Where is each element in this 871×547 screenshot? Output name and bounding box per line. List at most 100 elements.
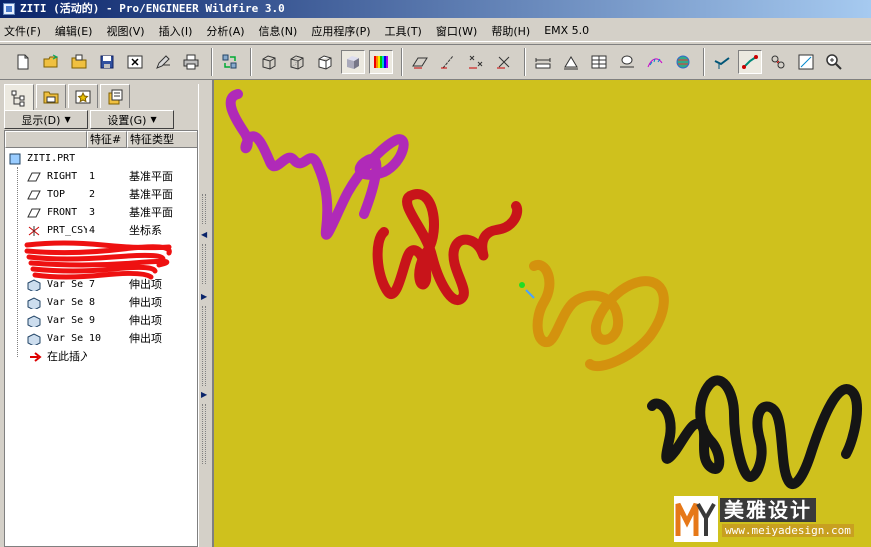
menu-emx[interactable]: EMX 5.0 <box>544 24 589 37</box>
menu-tools[interactable]: 工具(T) <box>385 23 422 39</box>
tree-row[interactable]: Var Se 8 伸出项 <box>5 294 197 312</box>
mass-icon[interactable] <box>615 50 639 74</box>
menu-help[interactable]: 帮助(H) <box>491 23 530 39</box>
menu-view[interactable]: 视图(V) <box>106 23 144 39</box>
folder-browser-icon <box>43 91 59 103</box>
toolbar-group-regen <box>212 48 247 76</box>
regenerate-icon[interactable] <box>218 50 242 74</box>
wireframe-icon[interactable] <box>257 50 281 74</box>
toolbar-group-datum <box>402 48 521 76</box>
table-icon[interactable] <box>587 50 611 74</box>
root-name: ZITI.PRT <box>27 153 76 164</box>
tree-row[interactable]: PRT_CSYS 4 坐标系 <box>5 222 197 240</box>
navigator-tabs <box>4 84 202 110</box>
orient-icon[interactable] <box>710 50 734 74</box>
coordinate-system-icon <box>27 225 41 237</box>
menu-window[interactable]: 窗口(W) <box>436 23 477 39</box>
tab-favorites[interactable] <box>68 84 98 108</box>
coordinate-system-icon[interactable] <box>492 50 516 74</box>
hidden-line-icon[interactable] <box>285 50 309 74</box>
tree-row[interactable]: FRONT 3 基准平面 <box>5 204 197 222</box>
tree-root[interactable]: ZITI.PRT <box>5 150 197 168</box>
dropdown-arrow-icon: ▼ <box>64 115 71 124</box>
splitter-grip <box>202 306 206 386</box>
sweep-red <box>372 189 523 305</box>
splitter-grip <box>202 244 206 284</box>
select-icon[interactable] <box>738 50 762 74</box>
menu-info[interactable]: 信息(N) <box>259 23 298 39</box>
select-filter-icon[interactable] <box>766 50 790 74</box>
column-header-name[interactable] <box>5 131 87 148</box>
column-header-feature-type[interactable]: 特征类型 <box>127 131 197 148</box>
menu-applications[interactable]: 应用程序(P) <box>311 23 370 39</box>
show-dropdown[interactable]: 显示(D) ▼ <box>4 110 88 129</box>
tab-folder-browser[interactable] <box>36 84 66 108</box>
signature-model <box>225 89 862 490</box>
graphics-window[interactable] <box>212 80 871 547</box>
close-window-icon[interactable] <box>123 50 147 74</box>
tree-row[interactable]: Var Se 7 伸出项 <box>5 276 197 294</box>
title-bar[interactable]: ZITI (活动的) - Pro/ENGINEER Wildfire 3.0 <box>0 0 871 18</box>
datum-axis-icon[interactable] <box>436 50 460 74</box>
csys-marker <box>519 282 535 299</box>
view-icon[interactable] <box>794 50 818 74</box>
shading-icon[interactable] <box>341 50 365 74</box>
connections-icon <box>108 89 123 104</box>
print-icon[interactable] <box>179 50 203 74</box>
toolbar <box>0 44 871 80</box>
dropdown-arrow-icon: ▼ <box>150 115 157 124</box>
toolbar-group-file <box>6 48 208 76</box>
area-icon[interactable] <box>559 50 583 74</box>
redaction-scribble <box>24 240 172 280</box>
panel-toolbar: 显示(D) ▼ 设置(G) ▼ <box>4 110 200 130</box>
window-title: ZITI (活动的) - Pro/ENGINEER Wildfire 3.0 <box>20 2 285 15</box>
insert-here-marker[interactable]: 在此插入 <box>5 348 197 366</box>
datum-plane-icon <box>27 189 41 201</box>
curvature-icon[interactable] <box>643 50 667 74</box>
open-icon[interactable] <box>39 50 63 74</box>
expand-right-icon[interactable]: ▶ <box>201 292 207 301</box>
tab-model-tree[interactable] <box>4 84 34 110</box>
toolbar-group-view <box>704 48 851 76</box>
datum-plane-icon <box>27 171 41 183</box>
app-icon <box>3 3 15 15</box>
tree-row[interactable]: RIGHT 1 基准平面 <box>5 168 197 186</box>
sweep-gold <box>529 260 669 371</box>
sweep-feature-icon <box>27 297 41 311</box>
splitter-grip <box>202 194 206 224</box>
column-header-feature-num[interactable]: 特征# <box>87 131 127 148</box>
edit-icon[interactable] <box>151 50 175 74</box>
open-folder-icon[interactable] <box>67 50 91 74</box>
toolbar-group-display <box>251 48 398 76</box>
tab-connections[interactable] <box>100 84 130 108</box>
zoom-icon[interactable] <box>822 50 846 74</box>
menu-analysis[interactable]: 分析(A) <box>206 23 244 39</box>
measure-icon[interactable] <box>531 50 555 74</box>
collapse-left-icon[interactable]: ◀ <box>201 230 207 239</box>
new-icon[interactable] <box>11 50 35 74</box>
menu-bar: 文件(F) 编辑(E) 视图(V) 插入(I) 分析(A) 信息(N) 应用程序… <box>0 20 871 42</box>
menu-file[interactable]: 文件(F) <box>4 23 41 39</box>
favorites-icon <box>75 90 91 103</box>
part-icon <box>9 153 23 165</box>
watermark-text: 美雅设计 <box>720 498 816 522</box>
no-hidden-icon[interactable] <box>313 50 337 74</box>
toolbar-group-analysis <box>525 48 700 76</box>
datum-plane-icon[interactable] <box>408 50 432 74</box>
expand-right-icon[interactable]: ▶ <box>201 390 207 399</box>
tree-row[interactable]: TOP 2 基准平面 <box>5 186 197 204</box>
settings-dropdown[interactable]: 设置(G) ▼ <box>90 110 174 129</box>
menu-edit[interactable]: 编辑(E) <box>55 23 93 39</box>
datum-point-icon[interactable] <box>464 50 488 74</box>
color-icon[interactable] <box>369 50 393 74</box>
watermark: 美雅设计 www.meiyadesign.com <box>674 496 864 542</box>
tree-row[interactable]: Var Se 10 伸出项 <box>5 330 197 348</box>
menu-insert[interactable]: 插入(I) <box>159 23 193 39</box>
sweep-feature-icon <box>27 315 41 329</box>
tree-row[interactable]: Var Se 9 伸出项 <box>5 312 197 330</box>
globe-icon[interactable] <box>671 50 695 74</box>
sweep-feature-icon <box>27 333 41 347</box>
save-icon[interactable] <box>95 50 119 74</box>
panel-splitter[interactable]: ◀ ▶ ▶ <box>198 84 212 547</box>
sweep-black <box>647 375 862 490</box>
